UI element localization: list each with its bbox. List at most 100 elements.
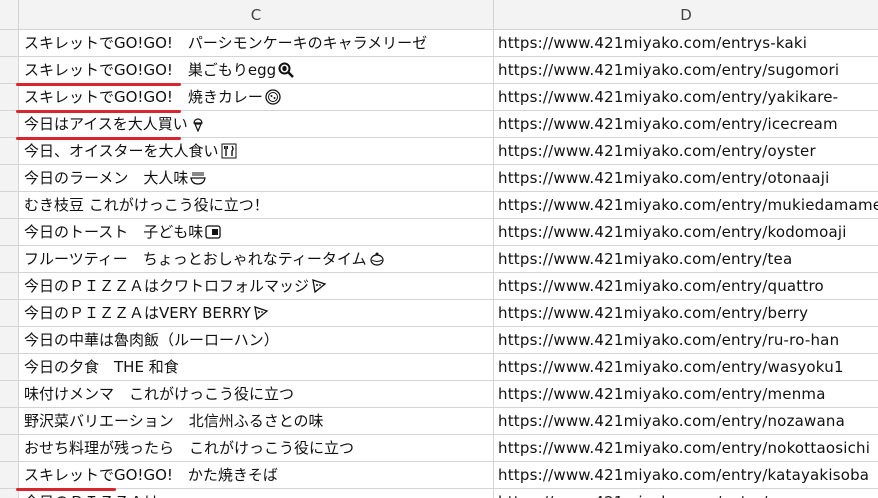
- cell-title[interactable]: むき枝豆 これがけっこう役に立つ！: [19, 192, 494, 219]
- cell-title-text: スキレットでGO!GO! かた焼きそば: [24, 466, 278, 484]
- row-header[interactable]: [0, 381, 19, 408]
- cell-title[interactable]: 今日のＰＩＺＺＡはクワトロフォルマッジ: [19, 273, 494, 300]
- row-header[interactable]: [0, 30, 19, 57]
- cell-url-text: https://www.421miyako.com/entry/icecream: [498, 115, 838, 133]
- cell-url[interactable]: https://www.421miyako.com/entry/kodomoaj…: [494, 219, 878, 246]
- cell-title[interactable]: スキレットでGO!GO! 巣ごもりegg: [19, 57, 494, 84]
- table-row: 味付けメンマ これがけっこう役に立つ https://www.421miyako.…: [0, 381, 878, 408]
- column-header-c[interactable]: C: [19, 0, 494, 30]
- cell-title[interactable]: 味付けメンマ これがけっこう役に立つ: [19, 381, 494, 408]
- icecream-icon: [190, 114, 206, 133]
- cell-url-text: https://www.421miyako.com/entry/menma: [498, 385, 826, 403]
- cell-url-text: https://www.421miyako.com/entry/berry: [498, 304, 809, 322]
- row-header[interactable]: [0, 138, 19, 165]
- cell-url-text: https://www.421miyako.com/entry/katayaki…: [498, 466, 870, 484]
- cell-url[interactable]: https://www.421miyako.com/entry/otonaaji: [494, 165, 878, 192]
- cell-url[interactable]: https://www.421miyako.com/entry/ru-ro-ha…: [494, 327, 878, 354]
- column-header-d[interactable]: D: [494, 0, 878, 30]
- spreadsheet: C D スキレットでGO!GO! パーシモンケーキのキャラメリーゼ https:/…: [0, 0, 878, 498]
- cell-title[interactable]: 野沢菜バリエーション 北信州ふるさとの味: [19, 408, 494, 435]
- cell-title-text: スキレットでGO!GO! 巣ごもりegg: [24, 61, 277, 79]
- row-header[interactable]: [0, 192, 19, 219]
- cell-url-text: https://www.421miyako.com/entry/quattro: [498, 277, 824, 295]
- table-row: 今日のトースト 子ども味 https://www.421miyako.com/en…: [0, 219, 878, 246]
- cell-url-text: https://www.421miyako.com/entry/wasyoku1: [498, 358, 844, 376]
- table-row: スキレットでGO!GO! 焼きカレー https://www.421miyako.…: [0, 84, 878, 111]
- cell-title-text: 今日のＰＩＺＺＡはクワトロフォルマッジ: [24, 277, 310, 295]
- cell-url-text: https://www.421miyako.com/entry/yakikare…: [498, 88, 839, 106]
- cell-url[interactable]: https://www.421miyako.com/entry/katayaki…: [494, 462, 878, 489]
- table-row: スキレットでGO!GO! かた焼きそば https://www.421miyako…: [0, 462, 878, 489]
- select-all-corner[interactable]: [0, 0, 19, 30]
- cell-url[interactable]: https://www.421miyako.com/entry/sugomori: [494, 57, 878, 84]
- row-header[interactable]: [0, 300, 19, 327]
- cell-title-text: むき枝豆 これがけっこう役に立つ！: [24, 196, 269, 214]
- cell-url[interactable]: https://www.421miyako.com/entry/mukiedam…: [494, 192, 878, 219]
- cell-title-text: 今日はアイスを大人買い: [24, 115, 188, 133]
- cell-url[interactable]: https://www.421miyako.com/entrys-kaki: [494, 30, 878, 57]
- row-header[interactable]: [0, 219, 19, 246]
- cell-title[interactable]: 今日のＰＩＺＺＡはVERY BERRY: [19, 300, 494, 327]
- table-row: 今日の中華は魯肉飯（ルーローハン） https://www.421miyako.c…: [0, 327, 878, 354]
- fork-knife-icon: [221, 141, 237, 159]
- cell-title-text: スキレットでGO!GO! 焼きカレー: [24, 88, 263, 106]
- cell-title-text: 今日、オイスターを大人食い: [24, 142, 219, 160]
- cell-url-text: https://www.421miyako.com/entry/nokottao…: [498, 439, 871, 457]
- table-row: フルーツティー ちょっとおしゃれなティータイム https://www.421mi…: [0, 246, 878, 273]
- cell-url[interactable]: https://www.421miyako.com/entry/menma: [494, 381, 878, 408]
- magnifier-egg-icon: [278, 60, 295, 78]
- cell-title[interactable]: おせち料理が残ったら これがけっこう役に立つ: [19, 435, 494, 462]
- row-header[interactable]: [0, 408, 19, 435]
- row-header[interactable]: [0, 273, 19, 300]
- cell-title[interactable]: 今日のラーメン 大人味: [19, 165, 494, 192]
- cell-url[interactable]: https://www.421miyako.com/entry/quattro: [494, 273, 878, 300]
- cell-title[interactable]: スキレットでGO!GO! 焼きカレー: [19, 84, 494, 111]
- red-underline-annotation: [16, 488, 116, 491]
- cell-title-text: おせち料理が残ったら これがけっこう役に立つ: [24, 439, 355, 457]
- cell-title[interactable]: 今日はアイスを大人買い: [19, 111, 494, 138]
- cell-title[interactable]: 今日、オイスターを大人食い: [19, 138, 494, 165]
- cell-title-text: 今日の夕食 THE 和食: [24, 358, 179, 376]
- cell-url[interactable]: https://www.421miyako.com/entry/nozawana: [494, 408, 878, 435]
- cell-title-text: 野沢菜バリエーション 北信州ふるさとの味: [24, 412, 324, 430]
- cell-title[interactable]: 今日のトースト 子ども味: [19, 219, 494, 246]
- cell-title[interactable]: 今日の中華は魯肉飯（ルーローハン）: [19, 327, 494, 354]
- cell-url[interactable]: https://www.421miyako.com/entry/yakikare…: [494, 84, 878, 111]
- row-header[interactable]: [0, 354, 19, 381]
- row-header[interactable]: [0, 111, 19, 138]
- table-row: 今日、オイスターを大人食い https://www.421miyako.com/e…: [0, 138, 878, 165]
- cell-url-text: https://www.421miyako.com/entry/otonaaji: [498, 169, 830, 187]
- cell-title[interactable]: スキレットでGO!GO! パーシモンケーキのキャラメリーゼ: [19, 30, 494, 57]
- cell-url-text: https://www.421miyako.com/entry/oyster: [498, 142, 816, 160]
- row-header[interactable]: [0, 435, 19, 462]
- cell-url[interactable]: https://www.421miyako.com/entry/nokottao…: [494, 435, 878, 462]
- table-row: 今日のＰＩＺＺＡはVERY BERRY https://www.421miyako…: [0, 300, 878, 327]
- cell-url[interactable]: https://www.421miyako.com/entry/tea: [494, 246, 878, 273]
- cell-title[interactable]: スキレットでGO!GO! かた焼きそば: [19, 462, 494, 489]
- row-header[interactable]: [0, 84, 19, 111]
- noodle-bowl-icon: [190, 168, 207, 185]
- cell-url-text: https://www.421miyako.com/entry/ru-ro-ha…: [498, 331, 840, 349]
- row-header[interactable]: [0, 57, 19, 84]
- row-header[interactable]: [0, 327, 19, 354]
- cell-url-text: https://www.421miyako.com/entrys-kaki: [498, 34, 808, 52]
- cell-url[interactable]: https://www.421miyako.com/entry/icecream: [494, 111, 878, 138]
- table-row: 今日のＰＩＺＺＡは… https://www.421miyako.com/entr…: [0, 489, 878, 498]
- cell-url[interactable]: https://www.421miyako.com/entry/wasyoku1: [494, 354, 878, 381]
- cell-title-text: 今日の中華は魯肉飯（ルーローハン）: [24, 331, 279, 349]
- red-underline-annotation: [16, 83, 181, 86]
- table-row: 今日の夕食 THE 和食 https://www.421miyako.com/en…: [0, 354, 878, 381]
- cell-title[interactable]: フルーツティー ちょっとおしゃれなティータイム: [19, 246, 494, 273]
- cell-title-text: フルーツティー ちょっとおしゃれなティータイム: [24, 250, 367, 268]
- cell-title[interactable]: 今日の夕食 THE 和食: [19, 354, 494, 381]
- row-header[interactable]: [0, 246, 19, 273]
- cell-title-text: 味付けメンマ これがけっこう役に立つ: [24, 385, 295, 403]
- cell-url-text: https://www.421miyako.com/entry/kodomoaj…: [498, 223, 847, 241]
- cell-title-text: 今日のトースト 子ども味: [24, 223, 204, 241]
- cell-title-text: 今日のＰＩＺＺＡは…: [24, 493, 174, 498]
- cell-url[interactable]: https://www.421miyako.com/entry/oyster: [494, 138, 878, 165]
- row-header[interactable]: [0, 165, 19, 192]
- cell-url[interactable]: https://www.421miyako.com/entry/…: [494, 489, 878, 498]
- cell-url[interactable]: https://www.421miyako.com/entry/berry: [494, 300, 878, 327]
- row-header[interactable]: [0, 462, 19, 489]
